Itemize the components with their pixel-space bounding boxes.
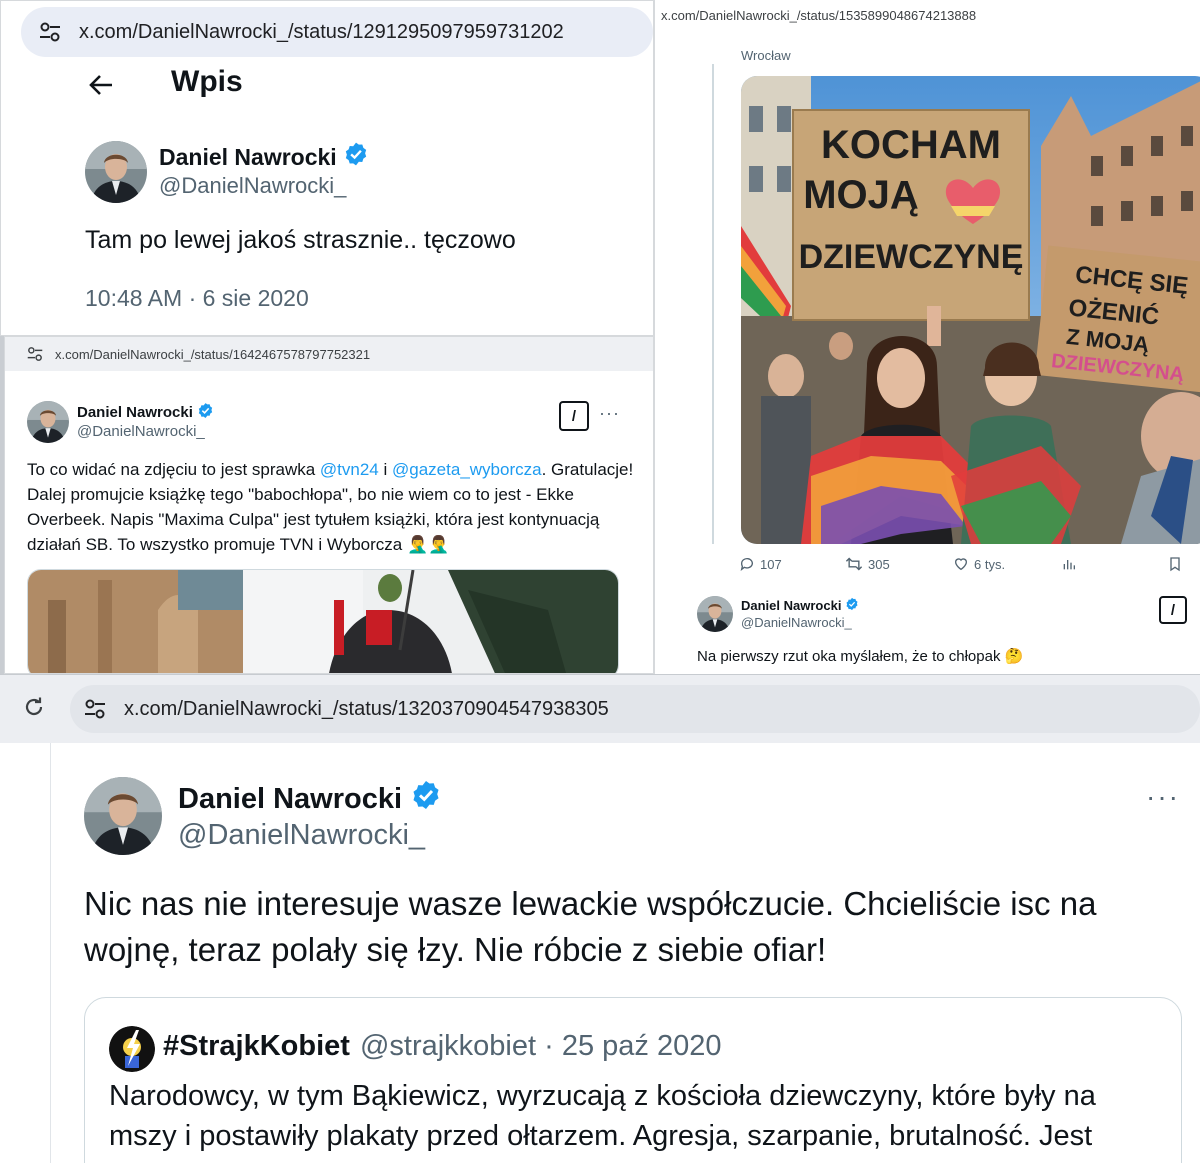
tweet-timestamp[interactable]: 10:48 AM · 6 sie 2020 <box>85 285 309 312</box>
avatar[interactable] <box>85 141 147 203</box>
more-options-icon[interactable]: ··· <box>1146 781 1180 813</box>
url-text[interactable]: x.com/DanielNawrocki_/status/13203709045… <box>124 698 609 721</box>
tweet-text-part: i <box>378 460 393 479</box>
screenshot-panel-strajk: x.com/DanielNawrocki_/status/13203709045… <box>0 674 1200 1163</box>
back-arrow-icon[interactable] <box>87 71 115 99</box>
avatar[interactable] <box>84 777 162 855</box>
tweet-photo-statue[interactable] <box>27 569 619 673</box>
site-settings-icon[interactable] <box>39 21 61 43</box>
analytics-icon <box>1063 560 1075 570</box>
tweet-text: Tam po lewej jakoś strasznie.. tęczowo <box>85 226 516 254</box>
quoted-tweet-text: Narodowcy, w tym Bąkiewicz, wyrzucają z … <box>109 1080 1096 1152</box>
page-title: Wpis <box>171 65 243 98</box>
post-header: Wpis <box>1 63 653 107</box>
mention-link-tvn24[interactable]: @tvn24 <box>320 460 379 479</box>
verified-badge-icon <box>197 402 214 423</box>
thread-line <box>50 743 51 1163</box>
verified-badge-icon <box>845 597 859 614</box>
author-name-text[interactable]: Daniel Nawrocki <box>741 598 841 613</box>
site-settings-icon[interactable] <box>84 698 106 720</box>
reply-icon <box>740 558 753 571</box>
verified-badge-icon <box>343 141 369 173</box>
bookmark-icon <box>1170 557 1180 572</box>
reply-button[interactable]: 107 <box>739 556 782 572</box>
avatar[interactable] <box>27 401 69 443</box>
site-settings-icon[interactable] <box>27 346 43 362</box>
address-bar[interactable]: x.com/DanielNawrocki_/status/16424675787… <box>5 337 653 371</box>
url-text[interactable]: x.com/DanielNawrocki_/status/16424675787… <box>55 347 370 362</box>
like-button[interactable]: 6 tys. <box>953 556 1005 572</box>
strajk-kobiet-logo-icon[interactable] <box>109 1026 155 1072</box>
author-name[interactable]: Daniel Nawrocki <box>77 402 214 423</box>
address-bar[interactable]: x.com/DanielNawrocki_/status/15358990486… <box>655 8 976 23</box>
grok-label: / <box>1170 601 1176 619</box>
address-bar[interactable]: x.com/DanielNawrocki_/status/12912950979… <box>21 7 653 57</box>
url-text[interactable]: x.com/DanielNawrocki_/status/12912950979… <box>79 21 564 44</box>
sign-kocham-line-2: MOJĄ <box>803 173 919 217</box>
author-handle[interactable]: @DanielNawrocki_ <box>159 173 346 199</box>
screenshot-panel-tvn: x.com/DanielNawrocki_/status/16424675787… <box>4 336 654 674</box>
more-options-icon[interactable]: ··· <box>599 403 620 424</box>
quoted-author-name[interactable]: #StrajkKobiet <box>163 1030 350 1063</box>
browser-toolbar: x.com/DanielNawrocki_/status/13203709045… <box>0 675 1200 743</box>
screenshot-panel-parade: x.com/DanielNawrocki_/status/15358990486… <box>654 0 1200 674</box>
bookmark-button[interactable] <box>1167 556 1183 572</box>
address-bar[interactable]: x.com/DanielNawrocki_/status/13203709045… <box>70 685 1200 733</box>
tweet-text: Nic nas nie interesuje wasze lewackie ws… <box>84 885 1097 968</box>
reply-count: 107 <box>760 556 782 572</box>
quoted-tweet-header: #StrajkKobiet @strajkkobiet · 25 paź 202… <box>163 1030 721 1063</box>
repost-count: 305 <box>868 556 890 572</box>
verified-badge-icon <box>410 779 442 819</box>
tweet-text-part: To co widać na zdjęciu to jest sprawka <box>27 460 320 479</box>
heart-icon <box>954 558 968 571</box>
author-name[interactable]: Daniel Nawrocki <box>159 141 369 173</box>
avatar[interactable] <box>697 596 733 632</box>
author-handle[interactable]: @DanielNawrocki_ <box>178 819 425 852</box>
quoted-author-meta: @strajkkobiet · 25 paź 2020 <box>359 1030 722 1062</box>
tweet-photo-parade[interactable]: KOCHAM MOJĄ DZIEWCZYNĘ CHCĘ SIĘ OŻENIĆ Z… <box>741 76 1200 544</box>
author-handle[interactable]: @DanielNawrocki_ <box>77 423 205 440</box>
author-handle[interactable]: @DanielNawrocki_ <box>741 615 852 630</box>
thread-line <box>712 64 714 544</box>
author-name[interactable]: Daniel Nawrocki <box>741 597 859 614</box>
tweet-text: To co widać na zdjęciu to jest sprawka @… <box>27 457 637 557</box>
location-text: Wrocław <box>741 48 791 63</box>
url-text[interactable]: x.com/DanielNawrocki_/status/15358990486… <box>661 8 976 23</box>
author-name[interactable]: Daniel Nawrocki <box>178 779 442 819</box>
reload-icon[interactable] <box>22 695 46 719</box>
grok-icon[interactable]: / <box>559 401 589 431</box>
grok-label: / <box>571 407 577 425</box>
author-name-text[interactable]: Daniel Nawrocki <box>77 404 193 421</box>
author-name-text[interactable]: Daniel Nawrocki <box>159 144 337 171</box>
screenshot-panel-wpis: x.com/DanielNawrocki_/status/12912950979… <box>0 0 654 336</box>
sign-kocham-line-1: KOCHAM <box>821 123 1001 167</box>
repost-button[interactable]: 305 <box>845 556 890 572</box>
repost-icon <box>845 557 863 571</box>
author-name-text[interactable]: Daniel Nawrocki <box>178 783 402 816</box>
tweet-action-bar: 107 305 6 tys. <box>739 556 1200 578</box>
views-button[interactable] <box>1061 556 1077 572</box>
mention-link-gazeta-wyborcza[interactable]: @gazeta_wyborcza <box>392 460 542 479</box>
like-count: 6 tys. <box>974 556 1006 572</box>
reply-text: Na pierwszy rzut oka myślałem, że to chł… <box>697 648 1024 665</box>
quoted-tweet[interactable]: #StrajkKobiet @strajkkobiet · 25 paź 202… <box>84 997 1182 1163</box>
grok-icon[interactable]: / <box>1159 596 1187 624</box>
sign-kocham-line-3: DZIEWCZYNĘ <box>799 238 1024 276</box>
